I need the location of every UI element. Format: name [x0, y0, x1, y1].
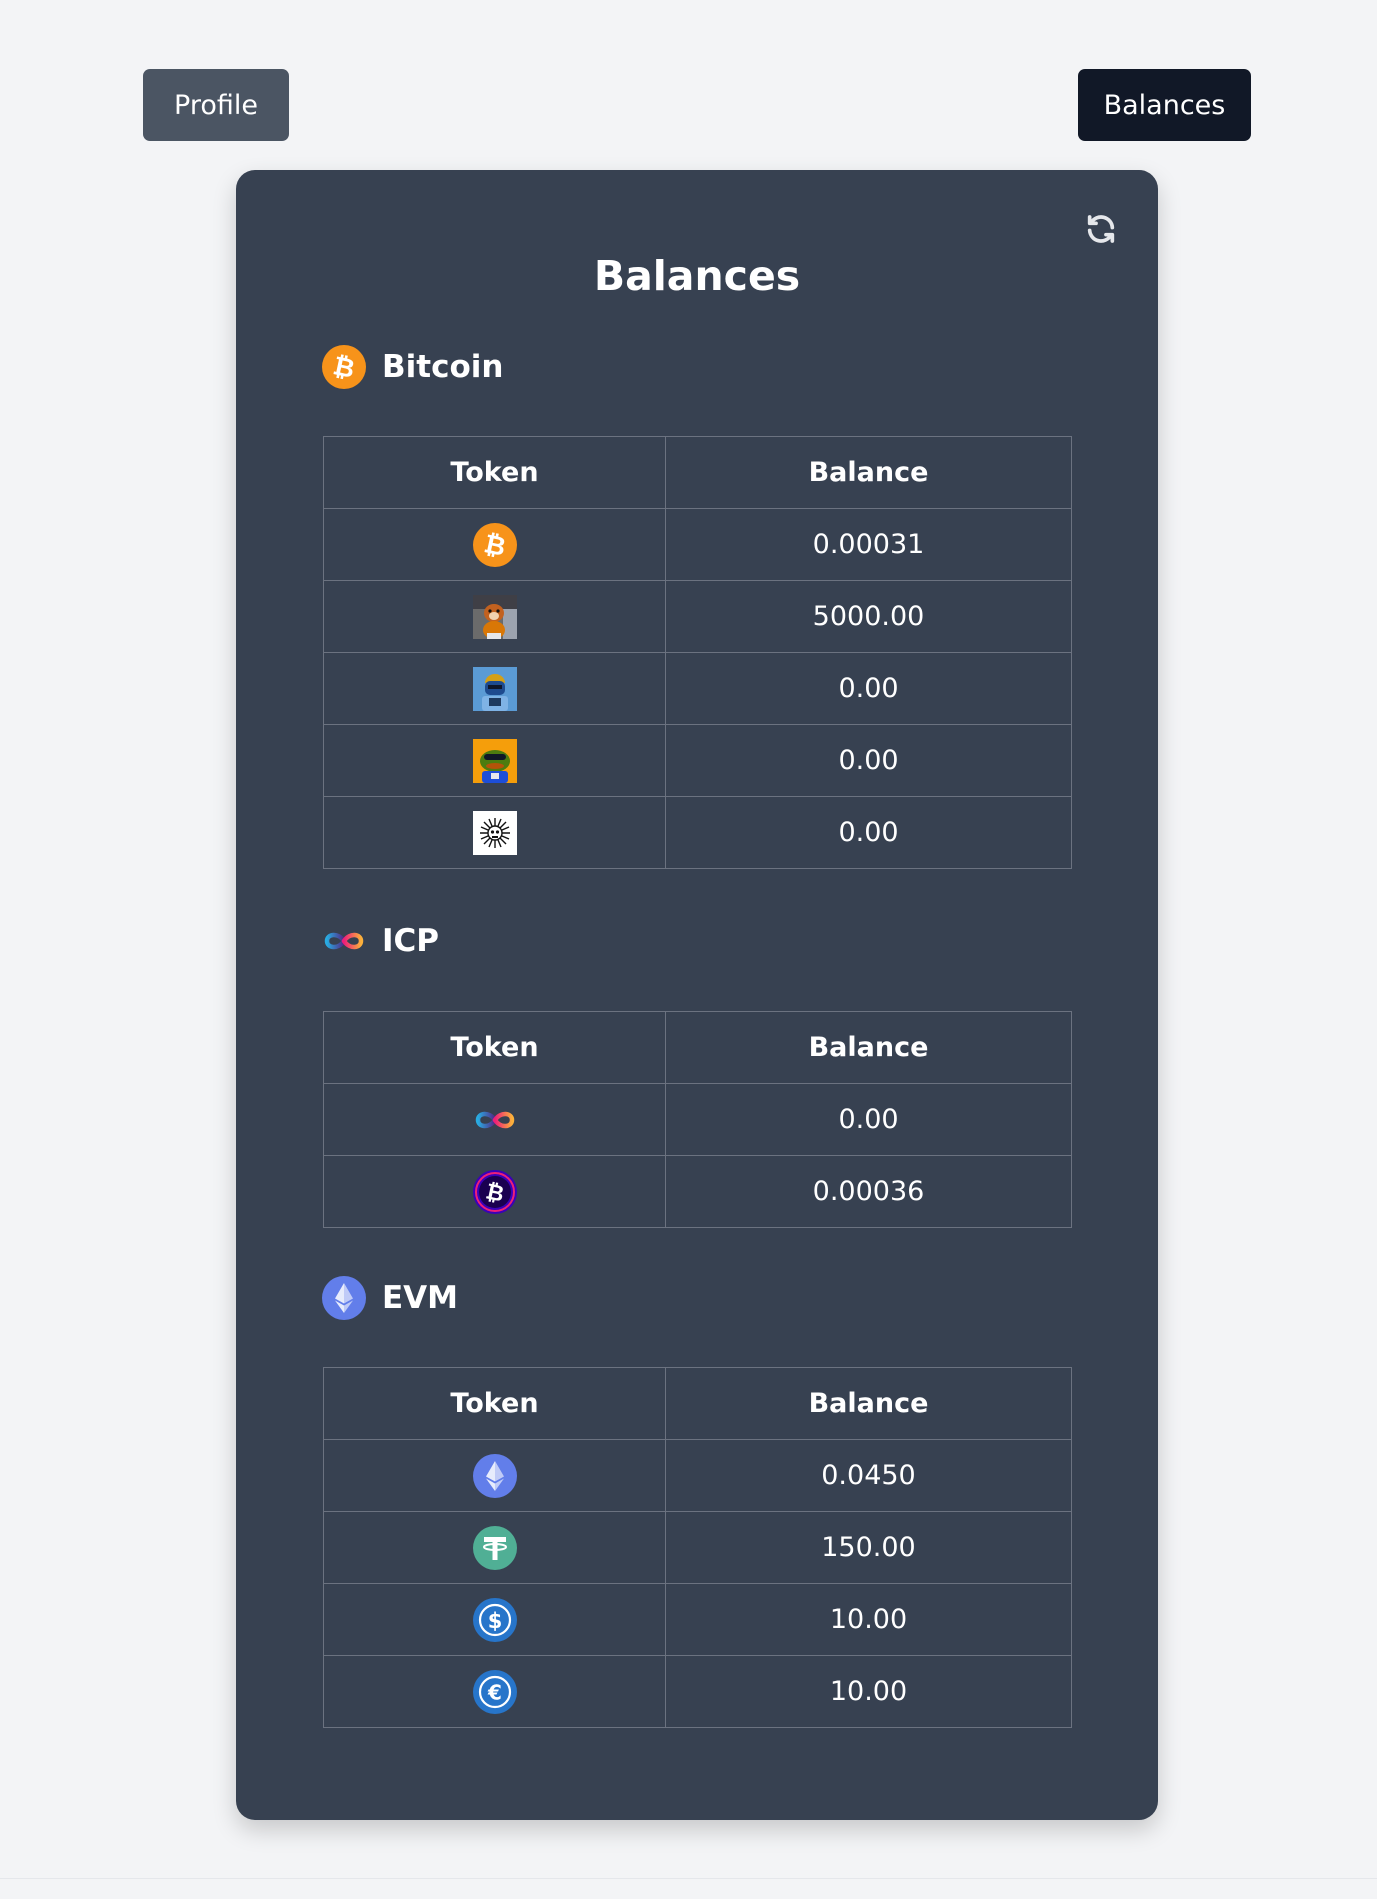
token-cell: €: [323, 1655, 666, 1728]
bitcoin-token-table: Token Balance ₿ 0.00031 5000.00 0.00 0.0…: [323, 436, 1072, 869]
section-name: EVM: [382, 1280, 459, 1316]
sun-skull-icon: [472, 810, 517, 855]
balance-cell: 0.0450: [665, 1439, 1072, 1512]
usdc-icon: $: [472, 1597, 517, 1642]
refresh-icon[interactable]: [1084, 212, 1118, 246]
profile-button[interactable]: Profile: [143, 69, 289, 141]
table-row: 0.00: [323, 1083, 1072, 1156]
section-name: ICP: [382, 923, 440, 959]
table-row: 0.00: [323, 796, 1072, 869]
balance-cell: 10.00: [665, 1583, 1072, 1656]
token-cell: [323, 652, 666, 725]
token-cell: [323, 1083, 666, 1156]
section-header-evm: EVM: [322, 1275, 458, 1321]
footer-divider: [0, 1878, 1377, 1879]
table-row: 0.0450: [323, 1439, 1072, 1512]
balance-cell: 0.00: [665, 1083, 1072, 1156]
column-header-balance: Balance: [665, 1011, 1072, 1084]
column-header-balance: Balance: [665, 1367, 1072, 1440]
dog-avatar-icon: [472, 594, 517, 639]
table-row: 150.00: [323, 1511, 1072, 1584]
balance-cell: 10.00: [665, 1655, 1072, 1728]
ckbtc-icon: ₿: [472, 1169, 517, 1214]
balance-cell: 150.00: [665, 1511, 1072, 1584]
table-header-row: Token Balance: [323, 1367, 1072, 1440]
section-header-icp: ICP: [322, 918, 439, 964]
balance-cell: 0.00: [665, 652, 1072, 725]
balance-cell: 0.00036: [665, 1155, 1072, 1228]
balances-button[interactable]: Balances: [1078, 69, 1251, 141]
icp-token-table: Token Balance 0.00 ₿ 0.00036: [323, 1011, 1072, 1228]
bitcoin-icon: ₿: [322, 345, 366, 389]
column-header-token: Token: [323, 436, 666, 509]
infinity-icon: [473, 1098, 517, 1142]
section-name: Bitcoin: [382, 349, 504, 385]
bitcoin-icon: ₿: [472, 522, 517, 567]
token-cell: [323, 796, 666, 869]
table-row: 0.00: [323, 652, 1072, 725]
token-cell: ₿: [323, 508, 666, 581]
column-header-balance: Balance: [665, 436, 1072, 509]
ethereum-icon: [472, 1453, 517, 1498]
ethereum-icon: [322, 1276, 366, 1320]
token-cell: [323, 580, 666, 653]
table-row: $ 10.00: [323, 1583, 1072, 1656]
table-header-row: Token Balance: [323, 436, 1072, 509]
table-row: 5000.00: [323, 580, 1072, 653]
eurc-icon: €: [472, 1669, 517, 1714]
frog-avatar-icon: [472, 738, 517, 783]
token-cell: [323, 724, 666, 797]
table-row: ₿ 0.00036: [323, 1155, 1072, 1228]
token-cell: $: [323, 1583, 666, 1656]
section-header-bitcoin: ₿ Bitcoin: [322, 344, 503, 390]
table-header-row: Token Balance: [323, 1011, 1072, 1084]
svg-text:$: $: [487, 1609, 502, 1633]
card-title: Balances: [593, 252, 801, 300]
column-header-token: Token: [323, 1011, 666, 1084]
token-cell: ₿: [323, 1155, 666, 1228]
svg-text:€: €: [487, 1680, 502, 1704]
token-cell: [323, 1511, 666, 1584]
balances-card: Balances ₿ Bitcoin Token Balance ₿ 0.000…: [236, 170, 1158, 1820]
table-row: € 10.00: [323, 1655, 1072, 1728]
balance-cell: 0.00: [665, 796, 1072, 869]
infinity-icon: [322, 919, 366, 963]
token-cell: [323, 1439, 666, 1512]
table-row: ₿ 0.00031: [323, 508, 1072, 581]
evm-token-table: Token Balance 0.0450 150.00 $ 10.00 € 10…: [323, 1367, 1072, 1728]
blue-character-icon: [472, 666, 517, 711]
balance-cell: 5000.00: [665, 580, 1072, 653]
column-header-token: Token: [323, 1367, 666, 1440]
table-row: 0.00: [323, 724, 1072, 797]
tether-icon: [472, 1525, 517, 1570]
balance-cell: 0.00031: [665, 508, 1072, 581]
balance-cell: 0.00: [665, 724, 1072, 797]
